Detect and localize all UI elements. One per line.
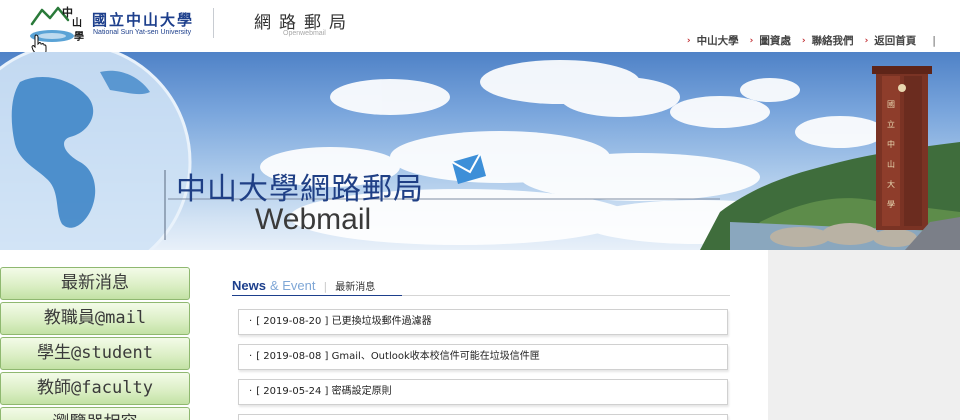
hero-banner: 國立中 山大學 中山大學網路郵局 Webmail bbox=[0, 52, 960, 250]
svg-text:中: 中 bbox=[62, 5, 73, 19]
news-heading-en-sub: & Event bbox=[269, 278, 316, 293]
news-heading-en: News bbox=[232, 278, 266, 293]
news-item-text: [ 2019-05-24 ] 密碼設定原則 bbox=[256, 386, 392, 397]
news-item-text: [ 2019-08-20 ] 已更換垃圾郵件過濾器 bbox=[256, 316, 432, 327]
news-item[interactable] bbox=[238, 414, 728, 420]
svg-text:學: 學 bbox=[887, 199, 895, 209]
svg-text:學: 學 bbox=[74, 30, 84, 43]
svg-text:山: 山 bbox=[887, 159, 895, 169]
svg-text:中: 中 bbox=[887, 139, 895, 149]
news-item[interactable]: ·[ 2019-08-08 ] Gmail、Outlook收本校信件可能在垃圾信… bbox=[238, 344, 728, 370]
sidebar-menu: 最新消息 教職員@mail 學生@student 教師@faculty 瀏覽器相… bbox=[0, 252, 192, 420]
nav-link-home[interactable]: › 返回首頁 bbox=[865, 33, 917, 48]
news-heading-zh: 最新消息 bbox=[335, 282, 376, 293]
main-content: News & Event | 最新消息 ·[ 2019-08-20 ] 已更換垃… bbox=[192, 250, 768, 420]
nav-link-library[interactable]: › 圖資處 bbox=[750, 33, 791, 48]
site-subtitle: Openwebmail bbox=[283, 30, 326, 37]
bullet-icon: · bbox=[249, 386, 253, 397]
sidebar-item-browser-compat[interactable]: 瀏覽器相容 bbox=[0, 407, 190, 420]
news-item-text: [ 2019-08-08 ] Gmail、Outlook收本校信件可能在垃圾信件… bbox=[256, 351, 540, 362]
nav-link-contact[interactable]: › 聯絡我們 bbox=[802, 33, 854, 48]
news-item[interactable]: ·[ 2019-05-24 ] 密碼設定原則 bbox=[238, 379, 728, 405]
svg-text:大: 大 bbox=[887, 179, 895, 189]
right-panel bbox=[768, 250, 960, 420]
nav-separator: | bbox=[932, 34, 936, 47]
arrow-right-icon: › bbox=[686, 35, 691, 46]
nav-link-label: 返回首頁 bbox=[874, 35, 917, 47]
sidebar-item-faculty-mail[interactable]: 教師@faculty bbox=[0, 372, 190, 405]
banner-title: 中山大學網路郵局 bbox=[176, 172, 424, 207]
news-heading-rule bbox=[402, 295, 730, 296]
bullet-icon: · bbox=[249, 351, 253, 362]
arrow-right-icon: › bbox=[801, 35, 806, 46]
sidebar-item-student-mail[interactable]: 學生@student bbox=[0, 337, 190, 370]
arrow-right-icon: › bbox=[864, 35, 869, 46]
svg-text:國: 國 bbox=[887, 100, 895, 109]
news-heading-underline bbox=[232, 295, 402, 296]
university-name: 國立中山大學 bbox=[92, 11, 195, 29]
arrow-right-icon: › bbox=[749, 35, 754, 46]
nav-link-label: 聯絡我們 bbox=[811, 35, 854, 47]
news-item[interactable]: ·[ 2019-08-20 ] 已更換垃圾郵件過濾器 bbox=[238, 309, 728, 335]
news-heading: News & Event | 最新消息 bbox=[232, 278, 375, 293]
bullet-icon: · bbox=[249, 316, 253, 327]
svg-text:立: 立 bbox=[887, 119, 895, 129]
top-nav: › 中山大學 › 圖資處 › 聯絡我們 › 返回首頁 | bbox=[676, 33, 936, 48]
sidebar-item-news[interactable]: 最新消息 bbox=[0, 267, 190, 300]
banner-artwork: 國立中 山大學 bbox=[0, 52, 960, 250]
top-header: 中 山 學 國立中山大學 National Sun Yat-sen Univer… bbox=[0, 0, 960, 56]
header-divider bbox=[213, 8, 214, 38]
news-heading-separator: | bbox=[323, 280, 328, 293]
svg-text:山: 山 bbox=[72, 16, 82, 29]
nav-link-label: 中山大學 bbox=[696, 35, 739, 47]
nav-link-nsysu[interactable]: › 中山大學 bbox=[687, 33, 739, 48]
sidebar-item-staff-mail[interactable]: 教職員@mail bbox=[0, 302, 190, 335]
university-name-en: National Sun Yat-sen University bbox=[93, 29, 192, 36]
nav-link-label: 圖資處 bbox=[759, 35, 791, 47]
banner-subtitle: Webmail bbox=[255, 203, 372, 236]
